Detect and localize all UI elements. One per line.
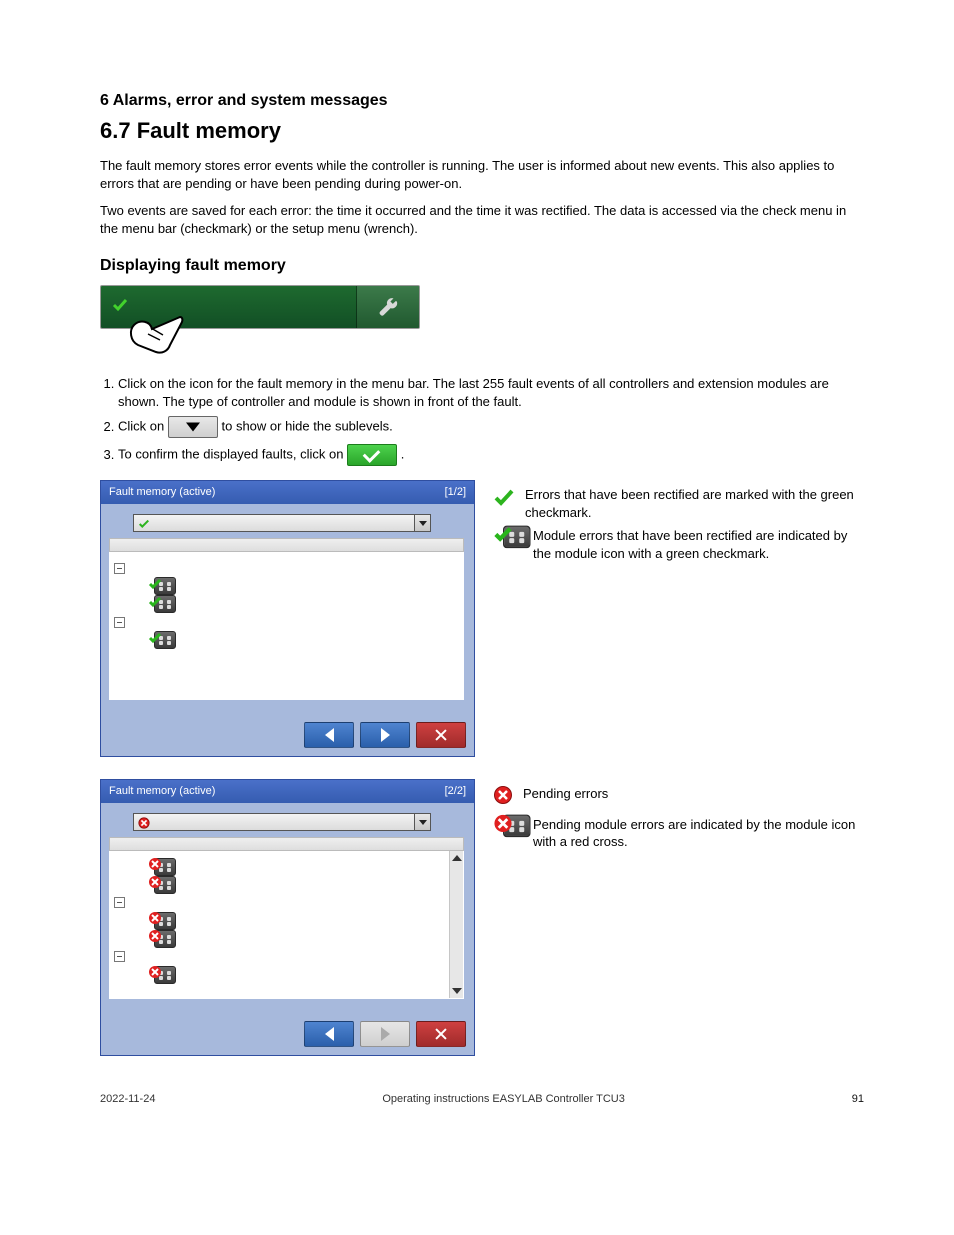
next-button[interactable] <box>360 722 410 748</box>
step-3: To confirm the displayed faults, click o… <box>118 444 864 466</box>
module-error-icon <box>148 965 176 984</box>
grid-header <box>109 837 464 851</box>
module-error-icon <box>148 929 176 948</box>
footer-page-number: 91 <box>852 1092 864 1107</box>
dropdown-status-ok-icon <box>138 517 150 535</box>
arrow-left-icon <box>325 1027 334 1041</box>
dropdown-status-error-icon <box>138 816 150 834</box>
legend-text: Pending errors <box>523 785 864 803</box>
page-heading: 6.7 Fault memory <box>100 116 864 146</box>
fault-memory-window-1: Fault memory (active) [1/2] <box>100 480 475 757</box>
scrollbar[interactable] <box>449 851 463 998</box>
close-icon <box>435 729 447 741</box>
module-ok-icon <box>148 631 176 650</box>
super-heading: 6 Alarms, error and system messages <box>100 90 864 112</box>
tree-toggle[interactable] <box>114 897 125 908</box>
window-title: Fault memory (active) <box>109 784 215 799</box>
legend-text: Pending module errors are indicated by t… <box>533 816 864 851</box>
close-icon <box>435 1028 447 1040</box>
footer-date: 2022-11-24 <box>100 1092 155 1107</box>
window-title: Fault memory (active) <box>109 485 215 500</box>
wrench-icon <box>377 296 399 318</box>
close-button[interactable] <box>416 722 466 748</box>
previous-button[interactable] <box>304 722 354 748</box>
module-error-icon <box>148 875 176 894</box>
tree-toggle[interactable] <box>114 951 125 962</box>
pointer-hand-icon <box>126 311 186 357</box>
dropdown-arrow-icon <box>414 515 430 531</box>
arrow-left-icon <box>325 728 334 742</box>
module-ok-icon <box>148 595 176 614</box>
module-error-icon <box>148 911 176 930</box>
grid-header <box>109 538 464 552</box>
window-page-indicator: [2/2] <box>445 784 466 799</box>
next-button-disabled <box>360 1021 410 1047</box>
steps-list: Click on the icon for the fault memory i… <box>118 375 864 466</box>
subheading: Displaying fault memory <box>100 255 864 277</box>
intro-paragraph-1: The fault memory stores error events whi… <box>100 157 864 192</box>
step-2: Click on to show or hide the sublevels. <box>118 416 864 438</box>
footer-doc-title: Operating instructions EASYLAB Controlle… <box>382 1092 625 1107</box>
dropdown-arrow-icon <box>414 814 430 830</box>
page-footer: 2022-11-24 Operating instructions EASYLA… <box>100 1092 864 1107</box>
fault-filter-dropdown[interactable] <box>133 514 431 532</box>
window-page-indicator: [1/2] <box>445 485 466 500</box>
expand-collapse-button[interactable] <box>168 416 218 438</box>
module-ok-icon <box>148 577 176 596</box>
confirm-button[interactable] <box>347 444 397 466</box>
previous-button[interactable] <box>304 1021 354 1047</box>
module-error-icon <box>493 813 531 839</box>
close-button[interactable] <box>416 1021 466 1047</box>
module-ok-icon <box>493 525 531 551</box>
fault-tree <box>109 851 464 999</box>
check-icon <box>493 486 515 513</box>
fault-tree <box>109 552 464 700</box>
arrow-right-icon <box>381 1027 390 1041</box>
tree-toggle[interactable] <box>114 563 125 574</box>
module-error-icon <box>148 857 176 876</box>
step-1: Click on the icon for the fault memory i… <box>118 375 864 410</box>
intro-paragraph-2: Two events are saved for each error: the… <box>100 202 864 237</box>
legend-text: Module errors that have been rectified a… <box>533 527 864 562</box>
fault-memory-window-2: Fault memory (active) [2/2] <box>100 779 475 1056</box>
fault-filter-dropdown[interactable] <box>133 813 431 831</box>
tree-toggle[interactable] <box>114 617 125 628</box>
error-icon <box>493 785 513 810</box>
arrow-right-icon <box>381 728 390 742</box>
legend-text: Errors that have been rectified are mark… <box>525 486 864 521</box>
